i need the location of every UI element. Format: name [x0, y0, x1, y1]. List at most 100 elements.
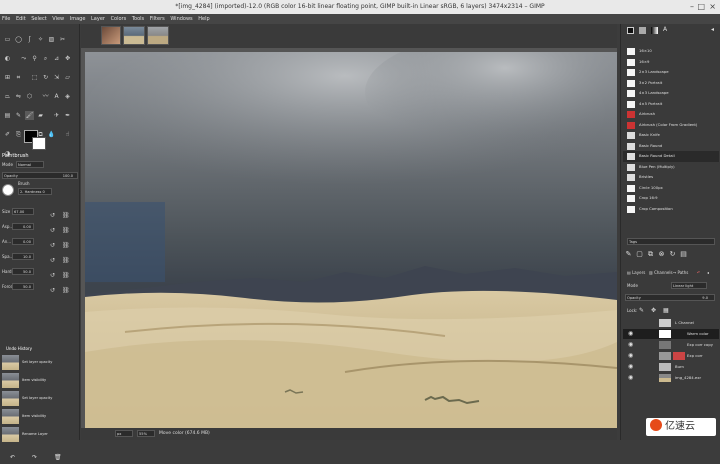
foreground-select-icon[interactable]: ◐ — [3, 54, 12, 63]
reset-icons[interactable]: ↺↺↺↺↺↺ — [50, 208, 60, 298]
edit-brush-icon[interactable]: ✎ — [623, 249, 634, 259]
menu-layer[interactable]: Layer — [89, 14, 107, 24]
brush-item[interactable]: Airbrush — [623, 109, 719, 120]
bucket-fill-icon[interactable]: ◈ — [63, 92, 72, 101]
size-field[interactable]: 67.00 — [12, 208, 34, 215]
menu-view[interactable]: View — [50, 14, 66, 24]
rotate-icon[interactable]: ↻ — [41, 73, 50, 82]
menu-colors[interactable]: Colors — [109, 14, 129, 24]
angle-field[interactable]: 0.00 — [12, 238, 34, 245]
lock-pixels-icon[interactable]: ✎ — [639, 307, 644, 315]
eye-icon[interactable]: ◉ — [628, 353, 635, 359]
layer-item[interactable]: ◉ Exp corr copy — [623, 340, 719, 350]
brush-item[interactable]: 2×3 Landscape — [623, 67, 719, 78]
brush-item[interactable]: 16×9 — [623, 57, 719, 68]
shear-icon[interactable]: ▱ — [63, 73, 72, 82]
brush-item[interactable]: Crop Composition — [623, 204, 719, 215]
layer-opacity-slider[interactable]: Opacity 9.0 — [625, 294, 715, 301]
brush-name-field[interactable]: 2. Hardness 0 — [18, 188, 52, 195]
tab-layers[interactable]: ▤ Layers — [627, 268, 645, 278]
tab-paths[interactable]: ⤳ Paths — [673, 268, 688, 278]
image-tab-landscape[interactable] — [147, 26, 169, 45]
lock-position-icon[interactable]: ✥ — [651, 307, 656, 315]
lock-alpha-icon[interactable]: ▦ — [663, 307, 669, 315]
brush-item[interactable]: 4×3 Landscape — [623, 88, 719, 99]
brush-item[interactable]: Blue Pen (Multiply) — [623, 162, 719, 173]
unit-select[interactable]: px — [115, 430, 133, 437]
close-button[interactable]: × — [709, 2, 716, 12]
menu-help[interactable]: Help — [196, 14, 211, 24]
opacity-slider[interactable]: Opacity 100.0 — [2, 172, 78, 179]
move-icon[interactable]: ✥ — [63, 54, 72, 63]
refresh-brushes-icon[interactable]: ↻ — [667, 249, 678, 259]
mypaint-brush-icon[interactable]: ✐ — [3, 130, 12, 139]
tags-field[interactable]: Tags — [627, 238, 715, 245]
scissors-icon[interactable]: ✂ — [58, 35, 67, 44]
airbrush-icon[interactable]: ✈ — [52, 111, 61, 120]
background-color[interactable] — [32, 137, 46, 150]
panel-menu-icon[interactable]: ◂ — [711, 26, 714, 33]
history-item[interactable]: Item visibility — [2, 372, 68, 389]
eye-icon[interactable]: ◉ — [628, 375, 635, 381]
layer-item[interactable]: ◉ img_4284.exr — [623, 373, 719, 383]
history-item[interactable]: Set layer opacity — [2, 390, 68, 407]
undo-tab-icon[interactable]: ↶ — [697, 268, 700, 278]
smudge-icon[interactable]: ☝ — [63, 130, 72, 139]
ellipse-select-icon[interactable]: ◯ — [14, 35, 23, 44]
brush-item[interactable]: 16×10 — [623, 46, 719, 57]
menu-edit[interactable]: Edit — [14, 14, 28, 24]
menu-tools[interactable]: Tools — [130, 14, 146, 24]
history-item[interactable]: Rename Layer — [2, 426, 68, 443]
redo-icon[interactable]: ↷ — [32, 452, 37, 464]
brush-item[interactable]: Circle 100px — [623, 183, 719, 194]
clear-history-icon[interactable]: 🗑 — [54, 452, 62, 464]
layer-item[interactable]: ◉ Burn — [623, 362, 719, 372]
hardness-field[interactable]: 50.0 — [12, 268, 34, 275]
menu-filters[interactable]: Filters — [148, 14, 167, 24]
brushes-tab-icon[interactable] — [627, 27, 634, 34]
perspective-icon[interactable]: ⏢ — [3, 92, 12, 101]
eye-icon[interactable]: ◉ — [628, 342, 635, 348]
patterns-tab-icon[interactable] — [639, 27, 646, 34]
paintbrush-icon[interactable]: 🖌 — [25, 111, 34, 120]
brush-item[interactable]: Crop 16:9 — [623, 193, 719, 204]
image-canvas[interactable] — [85, 52, 617, 428]
history-item[interactable]: Set layer opacity — [2, 354, 68, 371]
brush-item[interactable]: Bristles — [623, 172, 719, 183]
duplicate-brush-icon[interactable]: ⧉ — [645, 249, 656, 259]
color-swatches[interactable] — [24, 130, 48, 152]
history-item[interactable]: Item visibility — [2, 408, 68, 425]
clone-icon[interactable]: ⎘ — [14, 130, 23, 139]
unified-transform-icon[interactable]: ⬚ — [30, 73, 39, 82]
spacing-field[interactable]: 10.0 — [12, 253, 34, 260]
crop-icon[interactable]: ⌗ — [14, 73, 23, 82]
layer-mode-select[interactable]: Linear light — [671, 282, 707, 289]
cage-icon[interactable]: ⬡ — [25, 92, 34, 101]
flip-icon[interactable]: ⇋ — [14, 92, 23, 101]
eraser-icon[interactable]: ▰ — [36, 111, 45, 120]
blur-icon[interactable]: 💧 — [47, 130, 56, 139]
undo-icon[interactable]: ↶ — [10, 452, 15, 464]
layer-item[interactable]: ◉ Exp corr — [623, 351, 719, 361]
color-picker-icon[interactable]: ⚲ — [30, 54, 39, 63]
layer-item[interactable]: L Channel — [623, 318, 719, 328]
scale-icon[interactable]: ⇲ — [52, 73, 61, 82]
menu-file[interactable]: File — [0, 14, 12, 24]
menu-windows[interactable]: Windows — [168, 14, 194, 24]
maximize-button[interactable]: □ — [697, 2, 705, 12]
color-select-icon[interactable]: ▨ — [47, 35, 56, 44]
delete-brush-icon[interactable]: ⊗ — [656, 249, 667, 259]
menu-select[interactable]: Select — [29, 14, 48, 24]
align-icon[interactable]: ⊞ — [3, 73, 12, 82]
tab-channels[interactable]: ▥ Channels — [649, 268, 673, 278]
layer-item-selected[interactable]: ◉ Warm color — [623, 329, 719, 339]
image-tab-desert[interactable] — [123, 26, 145, 45]
brush-item[interactable]: 4×5 Portrait — [623, 99, 719, 110]
image-tab-portrait[interactable] — [101, 26, 121, 45]
gradient-icon[interactable]: ▤ — [3, 111, 12, 120]
link-icons[interactable]: ⛓⛓⛓⛓⛓⛓ — [62, 208, 72, 298]
paths-icon[interactable]: ⤳ — [19, 54, 28, 63]
menu-image[interactable]: Image — [68, 14, 88, 24]
brush-item[interactable]: Basic Knife — [623, 130, 719, 141]
eye-icon[interactable]: ◉ — [628, 364, 635, 370]
